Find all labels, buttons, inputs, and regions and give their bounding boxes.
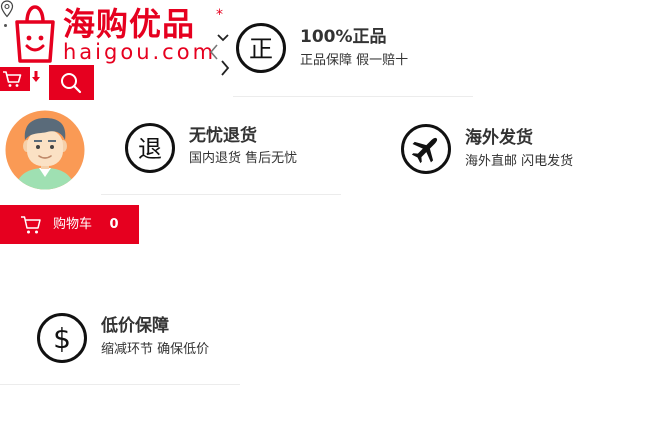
feature-overseas: 海外发货 海外直邮 闪电发货 <box>400 122 640 182</box>
logo-domain-text: haigou.com <box>63 40 217 64</box>
feature-title: 100%正品 <box>300 27 387 47</box>
feature-low-price: $ 低价保障 缩减环节 确保低价 <box>36 312 256 372</box>
airplane-icon <box>401 124 451 174</box>
dollar-icon: $ <box>37 313 87 363</box>
cart-label: 购物车 <box>53 217 93 232</box>
feature-title: 无忧退货 <box>189 126 257 146</box>
feature-genuine: 正 100%正品 正品保障 假一赔十 <box>235 20 475 80</box>
search-button[interactable] <box>49 65 94 100</box>
feature-title: 低价保障 <box>101 316 169 336</box>
logo-chinese-text: 海购优品 <box>63 5 196 43</box>
logo-star-mark: * <box>216 7 223 23</box>
feature-returns: 退 无忧退货 国内退货 售后无忧 <box>124 122 344 182</box>
divider <box>233 96 473 97</box>
cart-icon <box>21 216 41 234</box>
chevron-left-icon[interactable] <box>209 44 219 60</box>
feature-title: 海外发货 <box>465 128 533 148</box>
shopping-cart-button[interactable]: 购物车 0 <box>0 205 139 244</box>
return-icon: 退 <box>125 123 175 173</box>
divider <box>101 194 341 195</box>
chevron-down-icon[interactable] <box>217 33 229 43</box>
cart-count-badge: 0 <box>104 215 124 235</box>
arrow-down-icon <box>32 71 40 82</box>
shopping-bag-logo-icon <box>15 5 55 63</box>
feature-desc: 缩减环节 确保低价 <box>101 342 210 357</box>
svg-text:退: 退 <box>138 135 162 163</box>
svg-text:正: 正 <box>249 35 273 63</box>
cart-icon <box>3 71 22 87</box>
dot-marker <box>4 24 7 27</box>
feature-desc: 正品保障 假一赔十 <box>300 53 409 68</box>
zheng-icon: 正 <box>236 23 286 73</box>
mini-cart-button[interactable] <box>0 67 30 91</box>
avatar[interactable] <box>5 110 85 190</box>
svg-text:$: $ <box>53 322 71 355</box>
chevron-right-icon[interactable] <box>220 60 230 76</box>
search-icon <box>61 73 82 94</box>
feature-desc: 国内退货 售后无忧 <box>189 151 298 166</box>
feature-desc: 海外直邮 闪电发货 <box>465 154 574 169</box>
divider <box>0 384 240 385</box>
